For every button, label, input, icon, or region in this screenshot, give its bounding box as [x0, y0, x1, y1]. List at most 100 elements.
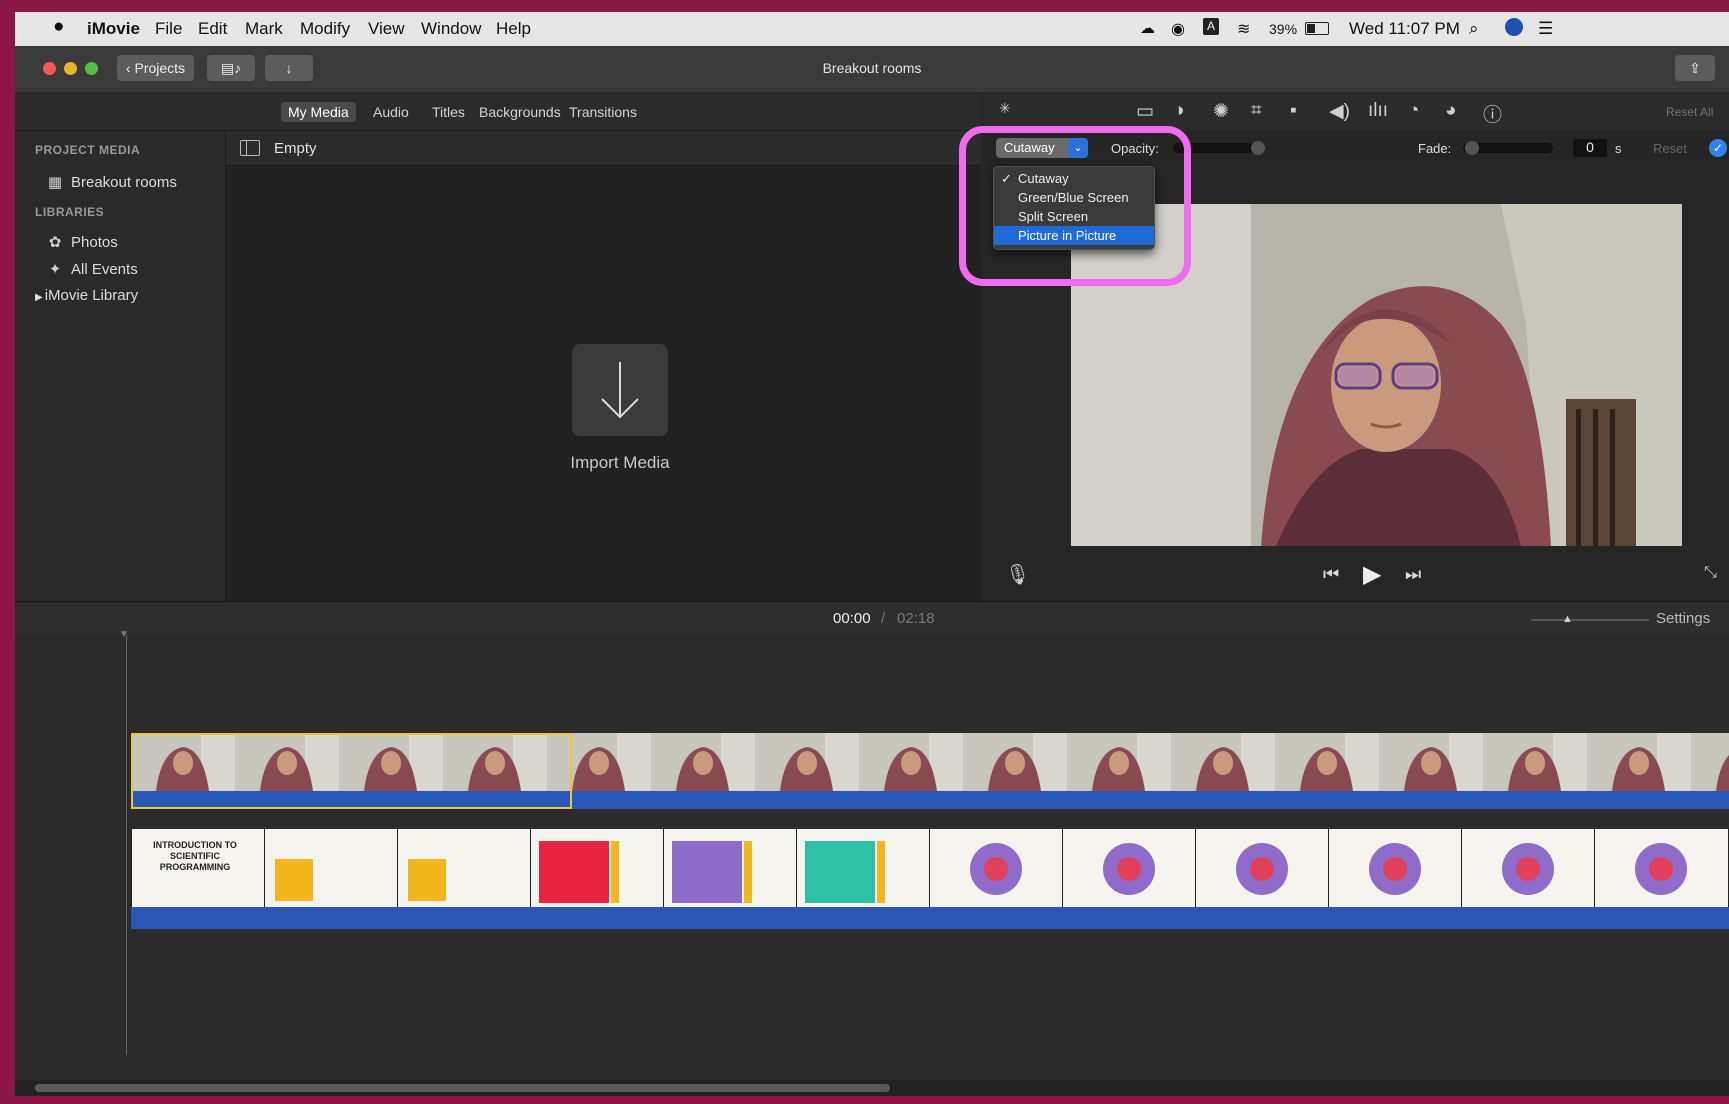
battery-icon[interactable]	[1305, 22, 1329, 35]
clock[interactable]: Wed 11:07 PM	[1349, 19, 1460, 39]
crop-icon[interactable]: ⌗	[1251, 100, 1262, 122]
clip-thumbnail	[963, 733, 1067, 791]
star-calendar-icon: ✦	[48, 261, 62, 278]
clip-thumbnail	[1379, 733, 1483, 791]
menu-window[interactable]: Window	[421, 19, 481, 39]
filters-icon[interactable]: ◕	[1445, 100, 1456, 122]
sidebar-item-all-events[interactable]: ✦ All Events	[47, 260, 138, 278]
notification-center-icon[interactable]: ☰	[1538, 19, 1553, 39]
sidebar-toggle-icon[interactable]	[240, 140, 260, 156]
slide-thumbnail	[1461, 829, 1595, 907]
tab-transitions[interactable]: Transitions	[562, 102, 644, 122]
media-filter-label[interactable]: Empty	[274, 140, 317, 157]
time-separator: /	[881, 610, 886, 627]
media-pane: Empty Import Media	[226, 131, 981, 601]
project-media-header: PROJECT MEDIA	[35, 143, 141, 157]
menu-mark[interactable]: Mark	[245, 19, 283, 39]
import-media-button[interactable]	[572, 344, 668, 436]
playhead-marker-icon[interactable]: ▼	[119, 629, 129, 640]
clip-thumbnail	[1067, 733, 1171, 791]
slide-thumbnail	[1195, 829, 1329, 907]
timeline[interactable]: ▼ INTRODUCTION TO SCIENTIFIC PROGRAMMING	[15, 629, 1729, 1080]
clip-thumbnail	[651, 733, 755, 791]
tab-titles[interactable]: Titles	[425, 102, 472, 122]
timeline-header: 00:00 / 02:18 ▲ Settings	[15, 601, 1729, 636]
reset-all-button[interactable]: Reset All	[1666, 105, 1713, 119]
overlay-settings-icon[interactable]: ▭	[1136, 100, 1154, 123]
window-toolbar: ‹ Projects ▤♪ ↓ Breakout rooms ⇪	[15, 46, 1729, 93]
share-icon[interactable]: ⇪	[1675, 55, 1715, 81]
microphone-icon[interactable]: 🎙︎	[1005, 562, 1030, 587]
clip-thumbnail	[1691, 733, 1729, 791]
volume-icon[interactable]: ◀)	[1329, 100, 1350, 123]
timeline-scroll-thumb[interactable]	[35, 1084, 890, 1092]
settings-button[interactable]: Settings	[1656, 610, 1710, 627]
info-icon[interactable]: ⓘ	[1483, 100, 1502, 127]
input-source-icon[interactable]: A	[1203, 18, 1219, 35]
apply-checkmark-icon[interactable]: ✓	[1709, 139, 1727, 157]
circle-status-icon[interactable]: ◉	[1171, 19, 1185, 39]
color-correction-icon[interactable]: ✺	[1213, 100, 1229, 123]
cloud-status-icon[interactable]: ☁	[1140, 19, 1155, 37]
clapper-icon: ▦	[47, 174, 63, 191]
slide-thumbnail	[796, 829, 930, 907]
menu-bar: ● iMovie File Edit Mark Modify View Wind…	[15, 12, 1729, 46]
clip-thumbnail	[859, 733, 963, 791]
fade-slider[interactable]	[1463, 141, 1553, 155]
equalizer-icon[interactable]: ılıı	[1368, 100, 1388, 122]
slide-thumbnail	[929, 829, 1063, 907]
battery-percent: 39%	[1269, 21, 1298, 37]
disclosure-triangle-icon[interactable]: ▶	[35, 292, 43, 303]
zoom-slider[interactable]: ▲	[1531, 613, 1649, 625]
clip-thumbnail	[1483, 733, 1587, 791]
overlay-slides-clip[interactable]	[131, 829, 1729, 907]
download-arrow-icon	[601, 362, 639, 419]
playhead[interactable]	[126, 635, 127, 1055]
adjustments-bar: ✳ ▭ ◑ ✺ ⌗ ▪ ◀) ılıı ◔ ◕ ⓘ Reset All	[983, 92, 1729, 130]
play-icon[interactable]: ▶	[1363, 560, 1381, 589]
tab-audio[interactable]: Audio	[366, 102, 416, 122]
wifi-icon[interactable]: ≋	[1237, 19, 1250, 39]
siri-icon[interactable]	[1505, 18, 1523, 36]
app-menu[interactable]: iMovie	[87, 19, 140, 39]
slide-thumbnail	[1328, 829, 1462, 907]
zoom-slider-knob[interactable]: ▲	[1562, 613, 1573, 625]
magic-wand-icon[interactable]: ✳	[999, 100, 1011, 117]
spotlight-search-icon[interactable]: ⌕	[1469, 19, 1479, 39]
slide-thumbnail	[530, 829, 664, 907]
import-media-label: Import Media	[570, 453, 670, 472]
menu-edit[interactable]: Edit	[198, 19, 227, 39]
speed-icon[interactable]: ◔	[1408, 100, 1419, 122]
slide-thumbnail	[663, 829, 797, 907]
menu-modify[interactable]: Modify	[300, 19, 350, 39]
menu-file[interactable]: File	[155, 19, 182, 39]
sidebar-item-photos[interactable]: ✿ Photos	[47, 233, 118, 251]
selected-clip-outline	[131, 733, 572, 809]
sidebar-item-imovie-library[interactable]: ▶ iMovie Library	[35, 287, 138, 304]
skip-back-icon[interactable]: ⏮	[1323, 564, 1339, 585]
slide-thumbnail	[1062, 829, 1196, 907]
reset-button[interactable]: Reset	[1653, 141, 1687, 156]
apple-menu-icon[interactable]: ●	[53, 16, 64, 38]
clip-thumbnail	[1275, 733, 1379, 791]
color-balance-icon[interactable]: ◑	[1173, 100, 1184, 122]
libraries-header: LIBRARIES	[35, 205, 105, 219]
timeline-scrollbar[interactable]	[15, 1080, 1729, 1096]
tab-backgrounds[interactable]: Backgrounds	[472, 102, 568, 122]
slide-thumbnail	[397, 829, 531, 907]
sidebar-item-breakout-rooms[interactable]: ▦ Breakout rooms	[47, 173, 177, 191]
stabilization-icon[interactable]: ▪	[1290, 100, 1297, 122]
fullscreen-icon[interactable]: ⤡	[1704, 564, 1717, 582]
total-duration: 02:18	[897, 610, 935, 627]
first-slide-title: INTRODUCTION TO SCIENTIFIC PROGRAMMING	[153, 840, 237, 872]
library-sidebar: PROJECT MEDIA ▦ Breakout rooms LIBRARIES …	[15, 131, 226, 601]
skip-forward-icon[interactable]: ⏭	[1405, 564, 1421, 585]
menu-help[interactable]: Help	[496, 19, 531, 39]
menu-view[interactable]: View	[368, 19, 405, 39]
opacity-slider-knob[interactable]	[1251, 141, 1265, 155]
window-title: Breakout rooms	[822, 60, 922, 76]
fade-slider-knob[interactable]	[1465, 141, 1479, 155]
tab-my-media[interactable]: My Media	[281, 102, 356, 122]
imovie-screen: ● iMovie File Edit Mark Modify View Wind…	[15, 12, 1729, 1096]
fade-duration-field[interactable]: 0	[1573, 139, 1607, 157]
